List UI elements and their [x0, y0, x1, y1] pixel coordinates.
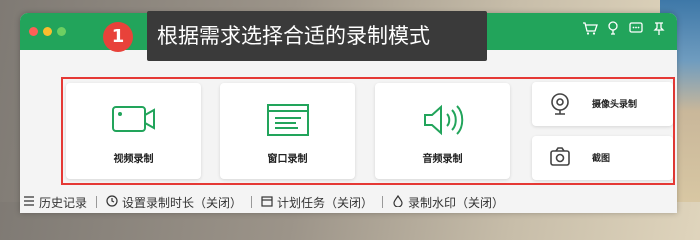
droplet-icon [392, 194, 404, 210]
video-camera-icon [110, 103, 158, 141]
callout-tooltip: 根据需求选择合适的录制模式 [147, 11, 487, 61]
calendar-icon [261, 195, 273, 210]
schedule-label: 计划任务（关闭） [277, 195, 374, 210]
pin-icon[interactable] [651, 20, 667, 36]
audio-record-label: 音频录制 [422, 154, 463, 165]
titlebar-actions [582, 20, 667, 36]
window-record-label: 窗口录制 [267, 154, 308, 165]
schedule-button[interactable]: 计划任务（关闭） [261, 194, 373, 211]
bottom-bar: 历史记录 设置录制时长（关闭） 计划任务（关闭） 录制水印（关闭） [20, 189, 677, 213]
speaker-icon [421, 103, 465, 141]
divider [251, 196, 253, 208]
window-record-card[interactable]: 窗口录制 [220, 83, 355, 179]
history-label: 历史记录 [39, 195, 88, 210]
webcam-icon [549, 92, 571, 120]
maximize-window-button[interactable] [57, 27, 66, 36]
divider [382, 196, 384, 208]
window-icon [266, 103, 310, 141]
watermark-button[interactable]: 录制水印（关闭） [392, 194, 504, 211]
cart-icon[interactable] [582, 20, 598, 36]
audio-record-card[interactable]: 音频录制 [375, 83, 510, 179]
close-window-button[interactable] [29, 27, 38, 36]
clock-icon [106, 194, 118, 210]
divider [96, 196, 98, 208]
webcam-record-card[interactable]: 摄像头录制 [532, 82, 673, 126]
history-button[interactable]: 历史记录 [23, 194, 87, 211]
video-record-label: 视频录制 [113, 154, 154, 165]
video-record-card[interactable]: 视频录制 [66, 83, 201, 179]
duration-setting-button[interactable]: 设置录制时长（关闭） [106, 194, 242, 211]
duration-label: 设置录制时长（关闭） [122, 195, 243, 210]
minimize-window-button[interactable] [43, 27, 52, 36]
watermark-label: 录制水印（关闭） [408, 195, 505, 210]
message-icon[interactable] [628, 20, 644, 36]
step-badge: 1 [103, 22, 133, 52]
screenshot-label: 截图 [592, 154, 611, 164]
hint-icon[interactable] [605, 20, 621, 36]
camera-icon [549, 146, 571, 172]
webcam-record-label: 摄像头录制 [592, 100, 638, 110]
record-mode-panel: 视频录制 窗口录制 音频录制 摄像头录制 截图 [61, 77, 675, 185]
screenshot-card[interactable]: 截图 [532, 136, 673, 180]
list-icon [23, 195, 35, 210]
